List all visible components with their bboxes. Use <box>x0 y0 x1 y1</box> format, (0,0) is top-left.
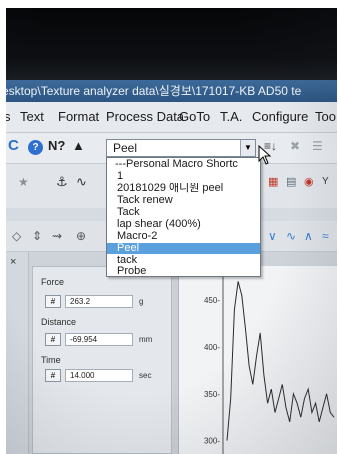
anchor-icon[interactable]: ⚓ <box>56 174 68 190</box>
distance-pin-button[interactable]: # <box>45 333 61 346</box>
align-icon[interactable]: ⇕ <box>32 228 42 244</box>
dropdown-item[interactable]: lap shear (400%) <box>107 219 260 230</box>
star-icon[interactable]: ★ <box>18 174 29 190</box>
split-icon[interactable]: ⇝ <box>52 228 62 244</box>
dropdown-item[interactable]: 1 <box>107 171 260 182</box>
dropdown-item[interactable]: Probe <box>107 266 260 277</box>
mouse-cursor-icon <box>258 145 272 165</box>
wave-icon[interactable]: ∿ <box>286 228 296 244</box>
peak-icon[interactable]: ∨ <box>268 228 277 244</box>
y-axis-icon[interactable]: Y <box>322 174 329 190</box>
close-icon[interactable]: × <box>10 254 16 270</box>
menu-item-configure[interactable]: Configure <box>252 109 308 124</box>
force-pin-button[interactable]: # <box>45 295 61 308</box>
marker-icon[interactable]: ◇ <box>12 228 21 244</box>
dropdown-item[interactable]: Tack renew <box>107 195 260 206</box>
dropdown-item[interactable]: Tack <box>107 207 260 218</box>
macro-combo[interactable]: Peel ▼ <box>106 139 256 157</box>
chevron-down-icon[interactable]: ▼ <box>240 140 255 156</box>
side-panel: × <box>6 252 29 454</box>
force-chart: 450- 400- 350- 300- <box>178 266 337 454</box>
dropdown-header: ---Personal Macro Shortc <box>115 159 238 170</box>
y-tick-label: 400- <box>204 343 220 352</box>
force-series-line <box>226 281 335 441</box>
dropdown-item[interactable]: Macro-2 <box>107 231 260 242</box>
menu-bar: s Text Format Process Data GoTo T.A. Con… <box>6 102 337 133</box>
menu-item-text[interactable]: Text <box>20 109 44 124</box>
time-value: 14.000 <box>65 369 133 382</box>
y-tick-label: 300- <box>204 437 220 446</box>
list-icon[interactable]: ▤ <box>286 174 296 190</box>
graduation-icon[interactable]: ▲ <box>72 138 85 154</box>
y-tick-label: 350- <box>204 390 220 399</box>
force-label: Force <box>41 277 65 287</box>
macro-combo-value: Peel <box>113 141 138 155</box>
window-title: esktop\Texture analyzer data\실경보\171017-… <box>6 84 302 98</box>
menu-item-process-data[interactable]: Process Data <box>106 109 184 124</box>
time-unit: sec <box>139 371 152 380</box>
dropdown-item[interactable]: 20181029 애니원 peel <box>107 183 260 194</box>
valley-icon[interactable]: ∧ <box>304 228 313 244</box>
distance-value: -69.954 <box>65 333 133 346</box>
time-pin-button[interactable]: # <box>45 369 61 382</box>
whats-this-icon[interactable]: N? <box>48 138 65 154</box>
monitor-screen: esktop\Texture analyzer data\실경보\171017-… <box>6 8 337 454</box>
distance-label: Distance <box>41 317 77 327</box>
y-tick-label: 450- <box>204 296 220 305</box>
dropdown-item[interactable]: tack <box>107 255 260 266</box>
menu-item-goto[interactable]: GoTo <box>179 109 210 124</box>
dropdown-item-selected[interactable]: Peel <box>107 243 260 254</box>
menu-item-format[interactable]: Format <box>58 109 99 124</box>
distance-unit: mm <box>139 335 153 344</box>
smooth-icon[interactable]: ≈ <box>322 228 329 244</box>
macro-dropdown: ---Personal Macro Shortc 1 20181029 애니원 … <box>106 157 261 277</box>
graph-icon[interactable]: ▦ <box>268 174 278 190</box>
refresh-icon[interactable]: C <box>8 138 19 154</box>
help-icon[interactable]: ? <box>28 140 43 155</box>
options-icon[interactable]: ☰ <box>312 138 323 154</box>
window-titlebar: esktop\Texture analyzer data\실경보\171017-… <box>6 80 337 102</box>
monitor-bezel <box>6 8 337 80</box>
delete-icon[interactable]: ✖ <box>290 138 300 154</box>
force-value: 263.2 <box>65 295 133 308</box>
readout-panel: Force # 263.2 g Distance # -69.954 mm Ti… <box>32 266 172 454</box>
force-unit: g <box>139 297 144 306</box>
menu-item-ta[interactable]: T.A. <box>220 109 242 124</box>
menu-item-tools[interactable]: Too <box>315 109 336 124</box>
time-label: Time <box>41 355 61 365</box>
record-icon[interactable]: ◉ <box>304 174 314 190</box>
menu-item-s[interactable]: s <box>6 109 11 124</box>
target-icon[interactable]: ⊕ <box>76 228 86 244</box>
curve-icon[interactable]: ∿ <box>76 174 87 190</box>
chart-plot: 450- 400- 350- 300- <box>204 266 335 454</box>
